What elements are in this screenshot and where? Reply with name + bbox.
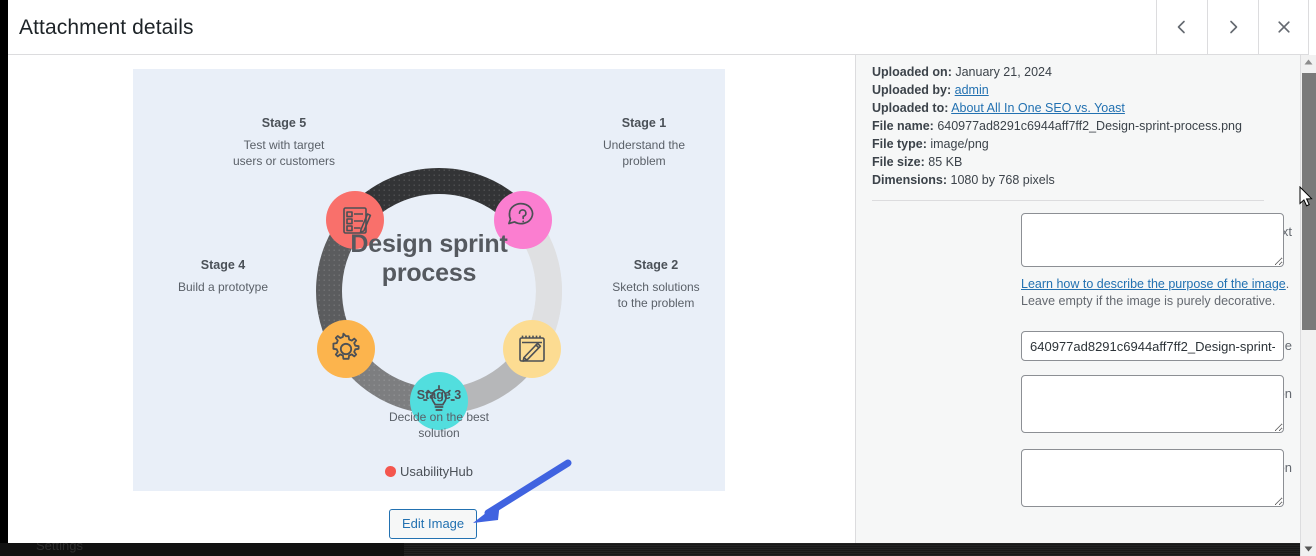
attachment-preview-pane: Design sprint process Stage 1 Understand… bbox=[8, 55, 855, 545]
background-app-bar: Settings bbox=[0, 543, 1316, 556]
close-modal-button[interactable] bbox=[1258, 0, 1309, 54]
meta-file-name: File name: 640977ad8291c6944aff7ff2_Desi… bbox=[872, 119, 1242, 133]
stage-5-label: Stage 5 Test with target users or custom… bbox=[201, 115, 367, 169]
attachment-metadata: Uploaded on: January 21, 2024 Uploaded b… bbox=[872, 63, 1267, 189]
attachment-details-modal: Attachment details Design sprint process… bbox=[8, 0, 1309, 545]
next-attachment-button[interactable] bbox=[1207, 0, 1258, 54]
stage-4-node bbox=[317, 320, 375, 378]
diagram-center-title: Design sprint process bbox=[350, 230, 508, 287]
uploaded-by-link[interactable]: admin bbox=[955, 83, 989, 97]
stage-2-desc: Sketch solutions to the problem bbox=[612, 280, 700, 310]
uploaded-to-link[interactable]: About All In One SEO vs. Yoast bbox=[951, 101, 1125, 115]
field-alt-text: Alternative Text Learn how to describe t… bbox=[856, 213, 1302, 331]
chevron-right-icon bbox=[1225, 19, 1241, 35]
description-input[interactable] bbox=[1021, 449, 1284, 507]
window-bottom-left-strip bbox=[8, 520, 128, 544]
alt-text-input[interactable] bbox=[1021, 213, 1284, 267]
attachment-form: Alternative Text Learn how to describe t… bbox=[856, 213, 1302, 523]
alt-text-help-note: Leave empty if the image is purely decor… bbox=[1021, 294, 1276, 308]
stage-1-label: Stage 1 Understand the problem bbox=[569, 115, 719, 169]
attachment-details-pane: Uploaded on: January 21, 2024 Uploaded b… bbox=[855, 55, 1301, 545]
screenshot-root: Attachment details Design sprint process… bbox=[0, 0, 1316, 556]
stage-5-desc: Test with target users or customers bbox=[232, 138, 336, 168]
field-caption: Caption bbox=[856, 375, 1302, 449]
background-settings-text: Settings bbox=[36, 543, 83, 553]
page-title: Attachment details bbox=[19, 16, 194, 39]
previous-attachment-button[interactable] bbox=[1156, 0, 1207, 54]
alt-text-help-link[interactable]: Learn how to describe the purpose of the… bbox=[1021, 277, 1286, 291]
usabilityhub-brand: UsabilityHub bbox=[133, 464, 725, 479]
stage-4-desc: Build a prototype bbox=[177, 280, 269, 294]
stage-2-node bbox=[503, 320, 561, 378]
modal-body: Design sprint process Stage 1 Understand… bbox=[8, 55, 1309, 545]
stage-2-label: Stage 2 Sketch solutions to the problem bbox=[581, 257, 725, 311]
modal-header: Attachment details bbox=[8, 0, 1309, 55]
design-sprint-diagram: Design sprint process Stage 1 Understand… bbox=[133, 69, 725, 491]
field-description: Description bbox=[856, 449, 1302, 523]
scroll-down-arrow[interactable] bbox=[1301, 542, 1316, 556]
stage-3-label: Stage 3 Decide on the best solution bbox=[364, 387, 514, 441]
stage-4-label: Stage 4 Build a prototype bbox=[143, 257, 303, 295]
meta-dimensions: Dimensions: 1080 by 768 pixels bbox=[872, 173, 1055, 187]
scroll-up-arrow[interactable] bbox=[1301, 55, 1316, 69]
page-scrollbar[interactable] bbox=[1300, 55, 1316, 556]
close-icon bbox=[1276, 19, 1292, 35]
alt-text-help: Learn how to describe the purpose of the… bbox=[1021, 277, 1290, 308]
usabilityhub-logo-icon bbox=[385, 466, 396, 477]
stage-1-desc: Understand the problem bbox=[602, 138, 686, 168]
stage-3-desc: Decide on the best solution bbox=[388, 410, 490, 440]
scrollbar-thumb[interactable] bbox=[1302, 73, 1316, 330]
field-title: Title bbox=[856, 331, 1302, 375]
window-left-edge bbox=[0, 0, 8, 545]
caption-input[interactable] bbox=[1021, 375, 1284, 433]
chevron-left-icon bbox=[1174, 19, 1190, 35]
metadata-divider bbox=[872, 200, 1264, 201]
meta-uploaded-to: Uploaded to: About All In One SEO vs. Yo… bbox=[872, 101, 1125, 115]
background-texture bbox=[404, 543, 1316, 556]
attachment-image: Design sprint process Stage 1 Understand… bbox=[133, 69, 725, 491]
title-input[interactable] bbox=[1021, 331, 1284, 361]
meta-file-type: File type: image/png bbox=[872, 137, 989, 151]
modal-header-buttons bbox=[1156, 0, 1309, 54]
meta-file-size: File size: 85 KB bbox=[872, 155, 963, 169]
usabilityhub-brand-text: UsabilityHub bbox=[400, 464, 473, 479]
meta-uploaded-on: Uploaded on: January 21, 2024 bbox=[872, 65, 1052, 79]
meta-uploaded-by: Uploaded by: admin bbox=[872, 83, 989, 97]
edit-image-button[interactable]: Edit Image bbox=[389, 509, 478, 539]
